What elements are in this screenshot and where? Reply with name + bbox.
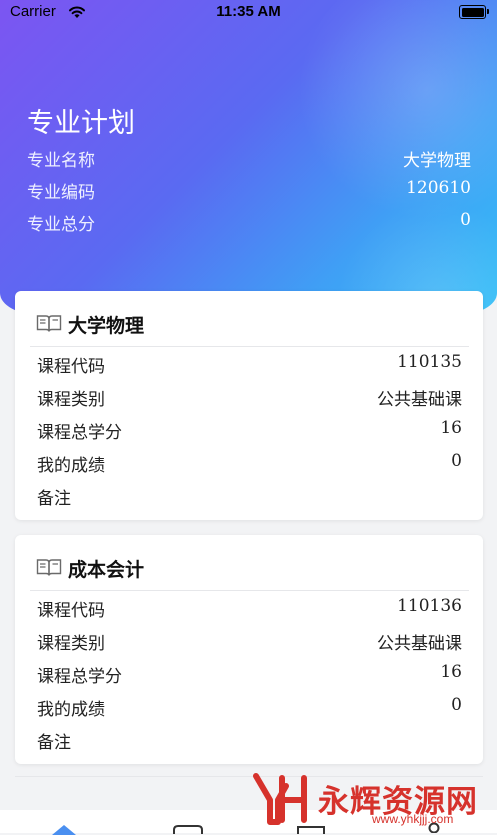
- card-divider: [30, 346, 469, 347]
- course-code-label: 课程代码: [37, 601, 105, 621]
- major-code-value: 120610: [406, 178, 471, 198]
- remark-row: 备注: [37, 728, 462, 753]
- course-credits-label: 课程总学分: [37, 423, 122, 443]
- course-title: 大学物理: [68, 315, 145, 337]
- course-card[interactable]: 大学物理 课程代码 110135 课程类别 公共基础课 课程总学分 16 我的成…: [15, 291, 483, 520]
- course-type-row: 课程类别 公共基础课: [37, 629, 462, 654]
- my-score-label: 我的成绩: [37, 700, 105, 720]
- course-credits-row: 课程总学分 16: [37, 418, 462, 443]
- course-credits-label: 课程总学分: [37, 667, 122, 687]
- course-type-value: 公共基础课: [377, 634, 462, 654]
- card-divider: [30, 590, 469, 591]
- course-code-value: 110136: [397, 596, 462, 616]
- course-code-label: 课程代码: [37, 357, 105, 377]
- my-score-value: 0: [451, 695, 462, 715]
- course-type-label: 课程类别: [37, 634, 105, 654]
- battery-icon: [459, 5, 489, 19]
- major-name-label: 专业名称: [27, 151, 95, 171]
- course-type-label: 课程类别: [37, 390, 105, 410]
- course-type-row: 课程类别 公共基础课: [37, 385, 462, 410]
- watermark-url: www.yhkjjj.com: [372, 812, 454, 826]
- book-icon: [36, 315, 62, 332]
- watermark: 永辉资源网 www.yhkjjj.com: [252, 770, 492, 828]
- my-score-row: 我的成绩 0: [37, 695, 462, 720]
- header-banner: Carrier 11:35 AM 专业计划 专业名称 大学物理 专业编码 120…: [0, 0, 497, 315]
- course-credits-value: 16: [440, 418, 462, 438]
- major-total-value: 0: [460, 210, 471, 230]
- course-code-row: 课程代码 110135: [37, 352, 462, 377]
- course-credits-value: 16: [440, 662, 462, 682]
- course-code-row: 课程代码 110136: [37, 596, 462, 621]
- status-bar: Carrier 11:35 AM: [0, 0, 497, 26]
- course-code-value: 110135: [397, 352, 462, 372]
- my-score-row: 我的成绩 0: [37, 451, 462, 476]
- course-credits-row: 课程总学分 16: [37, 662, 462, 687]
- remark-label: 备注: [37, 733, 71, 753]
- course-title: 成本会计: [68, 559, 145, 581]
- major-code-label: 专业编码: [27, 183, 95, 203]
- remark-label: 备注: [37, 489, 71, 509]
- watermark-logo: [253, 773, 307, 825]
- major-name-value: 大学物理: [403, 151, 471, 171]
- page-title: 专业计划: [27, 108, 135, 139]
- clock: 11:35 AM: [216, 3, 281, 20]
- book-icon: [36, 559, 62, 576]
- course-card[interactable]: 成本会计 课程代码 110136 课程类别 公共基础课 课程总学分 16 我的成…: [15, 535, 483, 764]
- major-total-label: 专业总分: [27, 215, 95, 235]
- my-score-value: 0: [451, 451, 462, 471]
- remark-row: 备注: [37, 484, 462, 509]
- home-icon[interactable]: [50, 823, 78, 835]
- course-type-value: 公共基础课: [377, 390, 462, 410]
- my-score-label: 我的成绩: [37, 456, 105, 476]
